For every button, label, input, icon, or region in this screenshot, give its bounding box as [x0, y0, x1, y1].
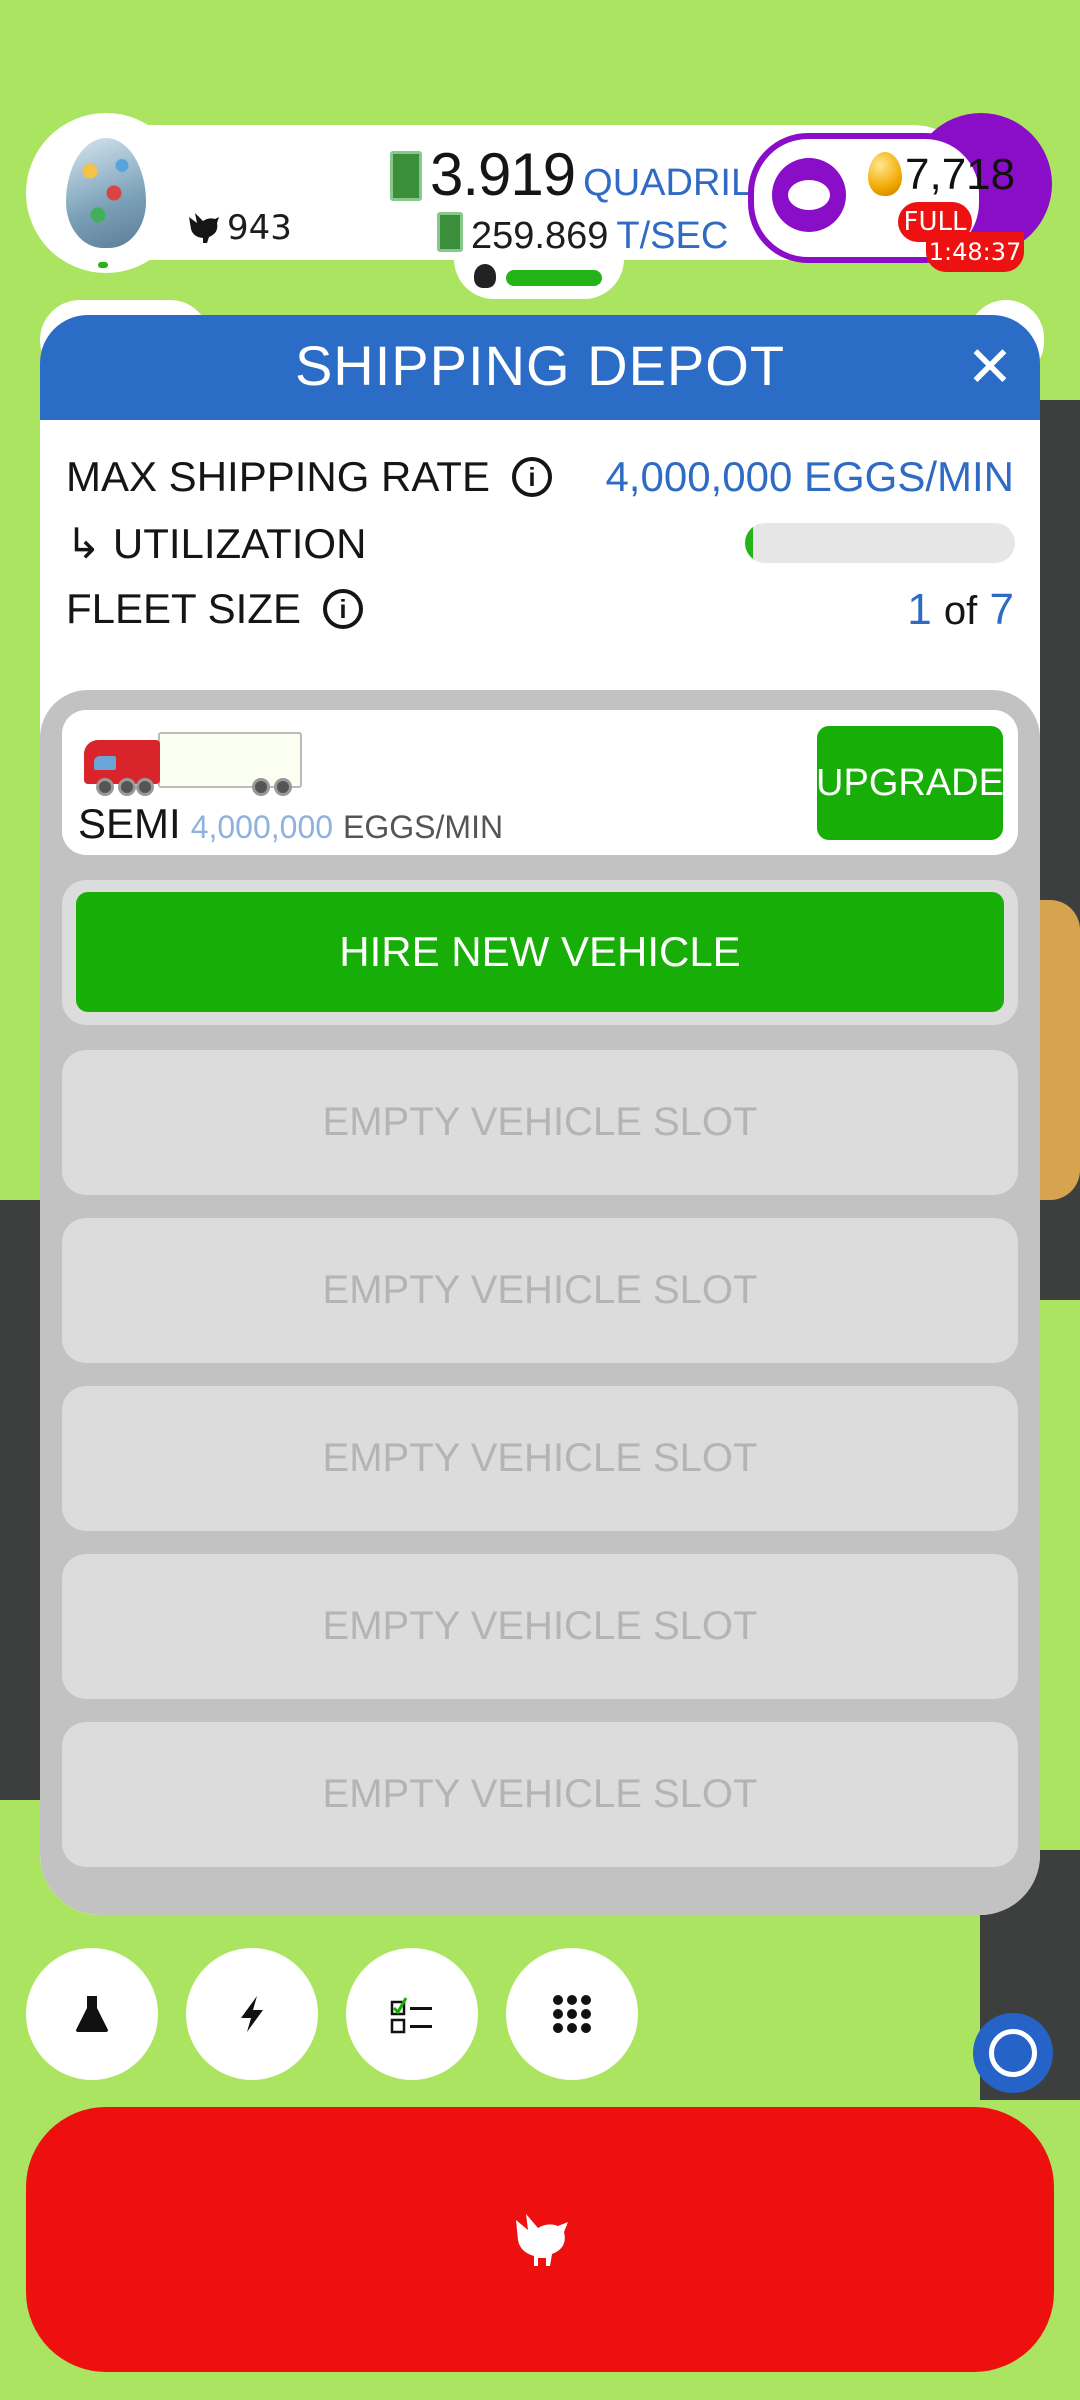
vehicle-rate: 4,000,000: [190, 809, 334, 845]
flask-icon: [76, 1996, 108, 2032]
upgrade-button[interactable]: UPGRADE: [816, 726, 1004, 840]
missions-button[interactable]: [346, 1948, 478, 2080]
modal-title: SHIPPING DEPOT: [294, 334, 786, 397]
golden-egg-icon: [868, 152, 902, 196]
fleet-size-value: 1 of 7: [907, 585, 1014, 635]
utilization-text: ↳ UTILIZATION: [66, 520, 367, 567]
menu-button[interactable]: [506, 1948, 638, 2080]
money-amount: 3.919: [430, 141, 576, 208]
empty-vehicle-slot: EMPTY VEHICLE SLOT: [62, 1218, 1018, 1363]
holiday-egg-icon: [66, 138, 146, 248]
info-icon[interactable]: i: [511, 457, 552, 497]
egg-indicator: [98, 262, 108, 268]
max-shipping-rate-value: 4,000,000 EGGS/MIN: [605, 453, 1014, 500]
cash-icon: [390, 151, 422, 201]
assistant-button[interactable]: [973, 2013, 1053, 2093]
chick-icon: [474, 264, 496, 288]
cash-icon: [437, 212, 463, 252]
ring-icon: [989, 2029, 1037, 2077]
utilization-bar-fill: [745, 523, 754, 563]
vehicle-slots-area: SEMI 4,000,000 EGGS/MIN UPGRADE HIRE NEW…: [40, 690, 1040, 1915]
income-rate: 259.869: [471, 215, 609, 257]
semi-truck-icon: [84, 732, 302, 802]
piggy-bank-icon[interactable]: [772, 158, 846, 232]
vehicle-name: SEMI: [78, 800, 181, 847]
max-shipping-rate-label: MAX SHIPPING RATE i: [66, 453, 552, 501]
income-rate-display: 259.869 T/SEC: [437, 208, 728, 258]
fleet-size-label: FLEET SIZE i: [66, 585, 363, 633]
max-shipping-rate-text: MAX SHIPPING RATE: [66, 453, 490, 500]
utilization-label: ↳ UTILIZATION: [66, 519, 366, 568]
fleet-max: 7: [989, 585, 1014, 634]
fleet-of: of: [943, 589, 978, 633]
close-button[interactable]: ✕: [960, 337, 1020, 397]
income-rate-unit: T/SEC: [616, 215, 729, 257]
silo-full-badge: FULL: [898, 202, 972, 242]
fleet-current: 1: [907, 585, 932, 634]
background-road: [0, 1600, 40, 1800]
checklist-icon: [390, 1997, 432, 2034]
chicken-icon: [516, 2213, 568, 2266]
boosts-button[interactable]: [186, 1948, 318, 2080]
empty-vehicle-slot: EMPTY VEHICLE SLOT: [62, 1050, 1018, 1195]
chicken-count: 943: [185, 208, 292, 248]
hab-progress-fill: [506, 270, 602, 286]
hatch-chicken-button[interactable]: [26, 2107, 1054, 2372]
empty-vehicle-slot: EMPTY VEHICLE SLOT: [62, 1722, 1018, 1867]
lightning-icon: [241, 1996, 263, 2032]
grid-icon: [553, 1995, 591, 2033]
hire-new-vehicle-button[interactable]: HIRE NEW VEHICLE: [76, 892, 1004, 1012]
empty-vehicle-slot: EMPTY VEHICLE SLOT: [62, 1554, 1018, 1699]
shipping-depot-modal: SHIPPING DEPOT ✕ MAX SHIPPING RATE i 4,0…: [40, 315, 1040, 1915]
current-egg-button[interactable]: [26, 113, 186, 273]
chicken-count-value: 943: [227, 208, 292, 248]
utilization-bar: [745, 523, 1015, 563]
golden-egg-count: 7,718: [905, 150, 1016, 199]
vehicle-card-semi: SEMI 4,000,000 EGGS/MIN UPGRADE: [62, 710, 1018, 855]
fleet-size-text: FLEET SIZE: [66, 585, 301, 632]
vehicle-info: SEMI 4,000,000 EGGS/MIN: [78, 800, 503, 848]
hire-vehicle-wrapper: HIRE NEW VEHICLE: [62, 880, 1018, 1025]
chicken-icon: [189, 213, 219, 243]
modal-header: SHIPPING DEPOT ✕: [40, 315, 1040, 420]
vehicle-rate-unit: EGGS/MIN: [343, 809, 504, 845]
research-button[interactable]: [26, 1948, 158, 2080]
info-icon[interactable]: i: [322, 589, 363, 629]
empty-vehicle-slot: EMPTY VEHICLE SLOT: [62, 1386, 1018, 1531]
